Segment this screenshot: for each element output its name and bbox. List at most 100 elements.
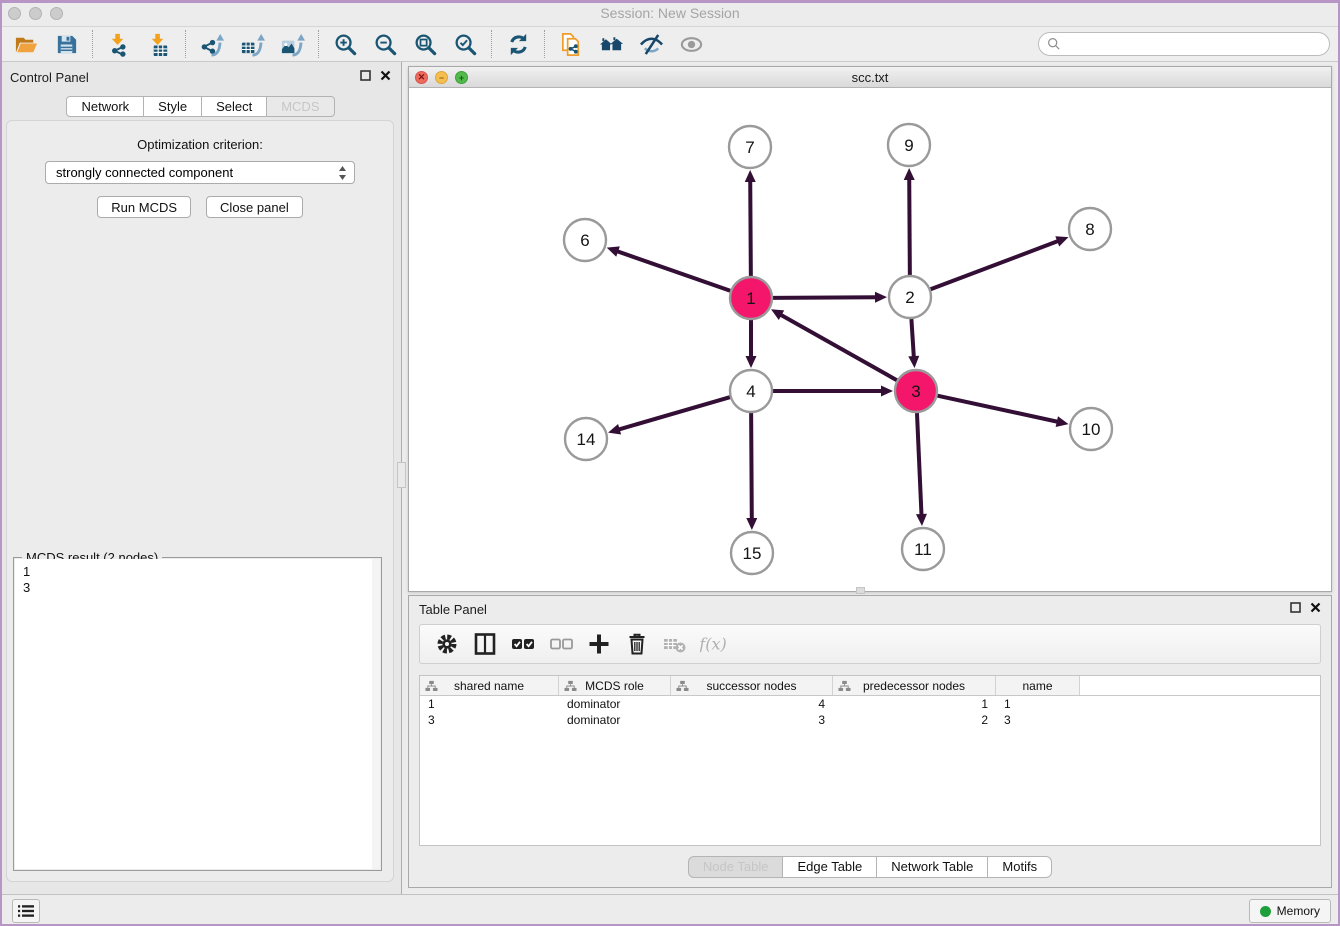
zoom-in-button[interactable] (325, 29, 365, 59)
tab-select[interactable]: Select (201, 96, 267, 117)
import-network-button[interactable] (99, 29, 139, 59)
tab-mcds[interactable]: MCDS (266, 96, 334, 117)
table-row[interactable]: 3dominator323 (420, 712, 1320, 728)
optimization-criterion-select[interactable]: strongly connected component (45, 161, 355, 184)
column-header-name[interactable]: name (996, 676, 1080, 695)
tab-network[interactable]: Network (66, 96, 144, 117)
edge-3-1[interactable] (780, 314, 897, 380)
network-column-icon (838, 680, 851, 692)
close-panel-icon[interactable] (380, 70, 391, 81)
refresh-button[interactable] (498, 29, 538, 59)
close-table-panel-icon[interactable] (1310, 602, 1321, 613)
save-session-button[interactable] (46, 29, 86, 59)
close-panel-button[interactable]: Close panel (206, 196, 303, 218)
network-graph[interactable]: 7968124314101511 (409, 88, 1331, 591)
open-session-button[interactable] (6, 29, 46, 59)
tab-style[interactable]: Style (143, 96, 202, 117)
search-box[interactable] (1038, 32, 1330, 56)
graph-node-label-11: 11 (914, 540, 932, 559)
tab-motifs[interactable]: Motifs (987, 856, 1052, 878)
zoom-fit-button[interactable] (405, 29, 445, 59)
network-canvas[interactable]: 7968124314101511 (409, 88, 1331, 591)
export-network-button[interactable] (192, 29, 232, 59)
node-table[interactable]: shared nameMCDS rolesuccessor nodesprede… (419, 675, 1321, 846)
split-panel-button[interactable] (466, 628, 504, 660)
arrowhead-1-4 (746, 356, 757, 368)
search-input[interactable] (1066, 37, 1321, 52)
export-image-button[interactable] (272, 29, 312, 59)
column-label: name (1022, 679, 1052, 693)
control-panel: Control Panel NetworkStyleSelectMCDS Opt… (0, 62, 402, 894)
search-icon (1047, 37, 1061, 51)
import-network-icon (107, 32, 132, 57)
cell[interactable]: dominator (559, 696, 671, 712)
cell[interactable]: 1 (420, 696, 559, 712)
add-column-icon (586, 631, 612, 657)
cell[interactable]: 3 (996, 712, 1080, 728)
mcds-result-text[interactable]: 1 3 (15, 559, 380, 869)
memory-label: Memory (1277, 904, 1320, 918)
select-all-icon (510, 631, 536, 657)
network-view-window: ✕ − + scc.txt 7968124314101511 (408, 66, 1332, 592)
cell[interactable]: 1 (833, 696, 996, 712)
task-history-button[interactable] (12, 899, 40, 923)
tab-edge-table[interactable]: Edge Table (782, 856, 877, 878)
split-divider[interactable] (397, 462, 406, 488)
edge-1-2[interactable] (773, 297, 877, 298)
column-header-shared-name[interactable]: shared name (420, 676, 559, 695)
table-row[interactable]: 1dominator411 (420, 696, 1320, 712)
mcds-result-group: MCDS result (2 nodes) 1 3 (13, 557, 382, 871)
edge-4-14[interactable] (618, 397, 730, 430)
home-button[interactable] (591, 29, 631, 59)
gear-button[interactable] (428, 628, 466, 660)
column-header-predecessor-nodes[interactable]: predecessor nodes (833, 676, 996, 695)
arrowhead-1-6 (607, 246, 620, 256)
network-column-icon (564, 680, 577, 692)
clone-network-button[interactable] (551, 29, 591, 59)
export-table-button[interactable] (232, 29, 272, 59)
zoom-out-button[interactable] (365, 29, 405, 59)
column-header-MCDS-role[interactable]: MCDS role (559, 676, 671, 695)
tab-network-table[interactable]: Network Table (876, 856, 988, 878)
cell[interactable]: 3 (420, 712, 559, 728)
cell[interactable]: 2 (833, 712, 996, 728)
import-table-button[interactable] (139, 29, 179, 59)
cell[interactable]: 1 (996, 696, 1080, 712)
open-session-icon (14, 32, 39, 57)
zoom-selected-icon (453, 32, 478, 57)
float-table-panel-icon[interactable] (1290, 602, 1301, 613)
run-mcds-button[interactable]: Run MCDS (97, 196, 191, 218)
control-panel-title: Control Panel (10, 70, 89, 85)
edge-3-11[interactable] (917, 413, 922, 516)
edge-1-6[interactable] (616, 251, 730, 291)
deselect-all-button[interactable] (542, 628, 580, 660)
tab-node-table[interactable]: Node Table (688, 856, 784, 878)
stepper-arrows-icon (338, 165, 347, 181)
select-all-button[interactable] (504, 628, 542, 660)
cell[interactable]: dominator (559, 712, 671, 728)
show-details-button[interactable] (671, 29, 711, 59)
memory-button[interactable]: Memory (1249, 899, 1331, 923)
cell[interactable]: 3 (671, 712, 833, 728)
home-icon (599, 32, 624, 57)
edge-2-3[interactable] (911, 319, 913, 358)
network-window-titlebar[interactable]: ✕ − + scc.txt (409, 67, 1331, 88)
add-column-button[interactable] (580, 628, 618, 660)
toolbar-separator (491, 30, 492, 58)
delete-column-button[interactable] (618, 628, 656, 660)
session-title: Session: New Session (0, 5, 1340, 21)
column-header-successor-nodes[interactable]: successor nodes (671, 676, 833, 695)
edge-2-9[interactable] (909, 178, 910, 275)
edge-2-8[interactable] (931, 241, 1060, 290)
hide-details-button[interactable] (631, 29, 671, 59)
float-panel-icon[interactable] (360, 70, 371, 81)
cell[interactable]: 4 (671, 696, 833, 712)
result-scrollbar[interactable] (372, 559, 380, 869)
edge-4-15[interactable] (751, 413, 752, 520)
horizontal-split-grip[interactable] (856, 587, 865, 594)
zoom-selected-button[interactable] (445, 29, 485, 59)
optimization-criterion-value: strongly connected component (56, 165, 233, 180)
arrowhead-3-10 (1056, 416, 1069, 427)
edge-1-7[interactable] (750, 180, 751, 276)
edge-3-10[interactable] (937, 396, 1058, 422)
